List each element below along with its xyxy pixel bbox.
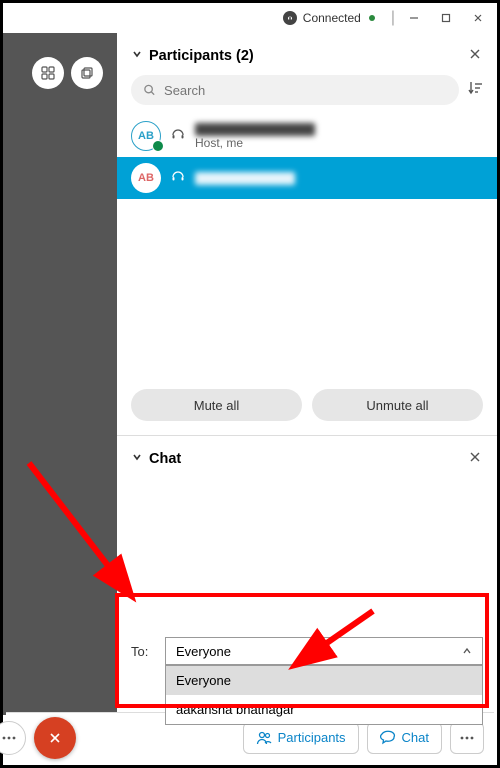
chevron-down-icon[interactable] <box>131 47 143 65</box>
participant-row-selected[interactable]: AB <box>117 157 497 199</box>
participants-icon <box>256 730 272 746</box>
title-bar: Connected | <box>3 3 497 33</box>
more-options-left-button[interactable] <box>0 721 26 755</box>
participant-subtext: Host, me <box>195 136 315 150</box>
chevron-down-icon[interactable] <box>131 450 143 468</box>
to-option-user[interactable]: aakansha bhatnagar <box>166 695 482 724</box>
headset-icon <box>171 127 185 146</box>
participants-header: Participants (2) <box>117 33 497 75</box>
chevron-up-icon <box>462 646 472 656</box>
participants-close-button[interactable] <box>469 47 481 65</box>
status-dot-icon <box>369 15 375 21</box>
chat-close-button[interactable] <box>469 450 481 468</box>
mute-all-button[interactable]: Mute all <box>131 389 302 421</box>
to-select[interactable]: Everyone <box>165 637 483 665</box>
participants-button-label: Participants <box>278 730 346 745</box>
to-option-everyone[interactable]: Everyone <box>166 666 482 695</box>
side-panel: Participants (2) AB Ho <box>117 33 497 715</box>
participant-info <box>195 172 295 185</box>
sort-button[interactable] <box>467 80 483 101</box>
chat-title: Chat <box>149 451 469 467</box>
unmute-all-button[interactable]: Unmute all <box>312 389 483 421</box>
chat-section: Chat To: Everyone En <box>117 435 497 715</box>
mute-controls: Mute all Unmute all <box>117 379 497 435</box>
search-icon <box>143 83 156 97</box>
spacer <box>117 199 497 379</box>
chat-to-block: To: Everyone En Everyone aakansha bhatna… <box>117 637 497 715</box>
minimize-button[interactable] <box>401 8 427 28</box>
participant-name-redacted <box>195 123 315 136</box>
search-row <box>117 75 497 115</box>
to-dropdown: Everyone aakansha bhatnagar <box>165 665 483 725</box>
window-close-button[interactable] <box>465 8 491 28</box>
main-area: Participants (2) AB Ho <box>3 33 497 715</box>
more-options-right-button[interactable] <box>450 722 484 754</box>
participant-row-host[interactable]: AB Host, me <box>117 115 497 157</box>
chat-messages-area <box>117 478 497 637</box>
connected-icon <box>283 11 297 25</box>
participant-name-redacted <box>195 172 295 185</box>
participant-info: Host, me <box>195 123 315 150</box>
search-field[interactable] <box>164 83 447 98</box>
video-grid-panel <box>3 33 117 715</box>
divider: | <box>391 9 395 27</box>
headset-icon <box>171 169 185 188</box>
avatar: AB <box>131 163 161 193</box>
search-input[interactable] <box>131 75 459 105</box>
host-badge-icon <box>152 140 164 152</box>
chat-icon <box>380 730 396 746</box>
avatar-initials: AB <box>138 172 154 184</box>
avatar: AB <box>131 121 161 151</box>
avatar-initials: AB <box>138 130 154 142</box>
to-selected-value: Everyone <box>176 644 231 659</box>
maximize-button[interactable] <box>433 8 459 28</box>
popout-button[interactable] <box>71 57 103 89</box>
chat-button[interactable]: Chat <box>367 722 442 754</box>
participants-button[interactable]: Participants <box>243 722 359 754</box>
chat-header: Chat <box>117 436 497 478</box>
connected-label: Connected <box>303 11 361 25</box>
to-label: To: <box>131 644 157 659</box>
participants-title: Participants (2) <box>149 48 469 64</box>
leave-call-button[interactable] <box>34 717 76 759</box>
grid-view-button[interactable] <box>32 57 64 89</box>
chat-button-label: Chat <box>402 730 429 745</box>
